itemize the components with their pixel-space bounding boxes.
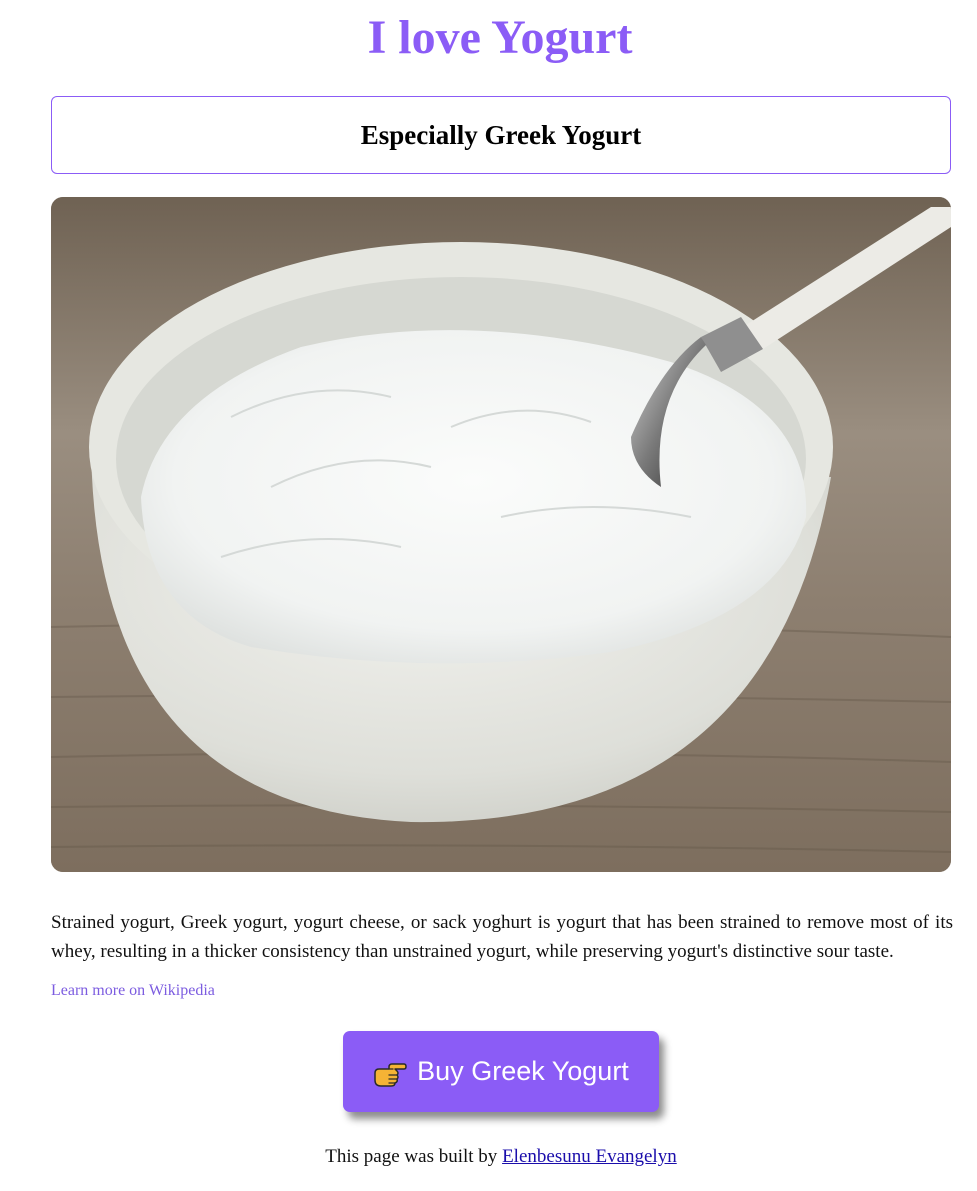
buy-button-label: Buy Greek Yogurt <box>417 1056 629 1086</box>
greek-yogurt-photo <box>51 197 951 872</box>
wikipedia-link[interactable]: Learn more on Wikipedia <box>51 980 215 1002</box>
footer-prefix: This page was built by <box>325 1146 498 1167</box>
description-text: Strained yogurt, Greek yogurt, yogurt ch… <box>51 912 953 962</box>
page-subtitle: Especially Greek Yogurt <box>360 119 642 150</box>
footer: This page was built by Elenbesunu Evange… <box>0 1144 977 1170</box>
page-title: I love Yogurt <box>367 11 633 64</box>
author-link[interactable]: Elenbesunu Evangelyn <box>502 1146 677 1167</box>
buy-greek-yogurt-button[interactable]: Buy Greek Yogurt <box>343 1031 659 1112</box>
subtitle-card: Especially Greek Yogurt <box>51 96 951 174</box>
pointing-hand-icon <box>373 1062 407 1087</box>
